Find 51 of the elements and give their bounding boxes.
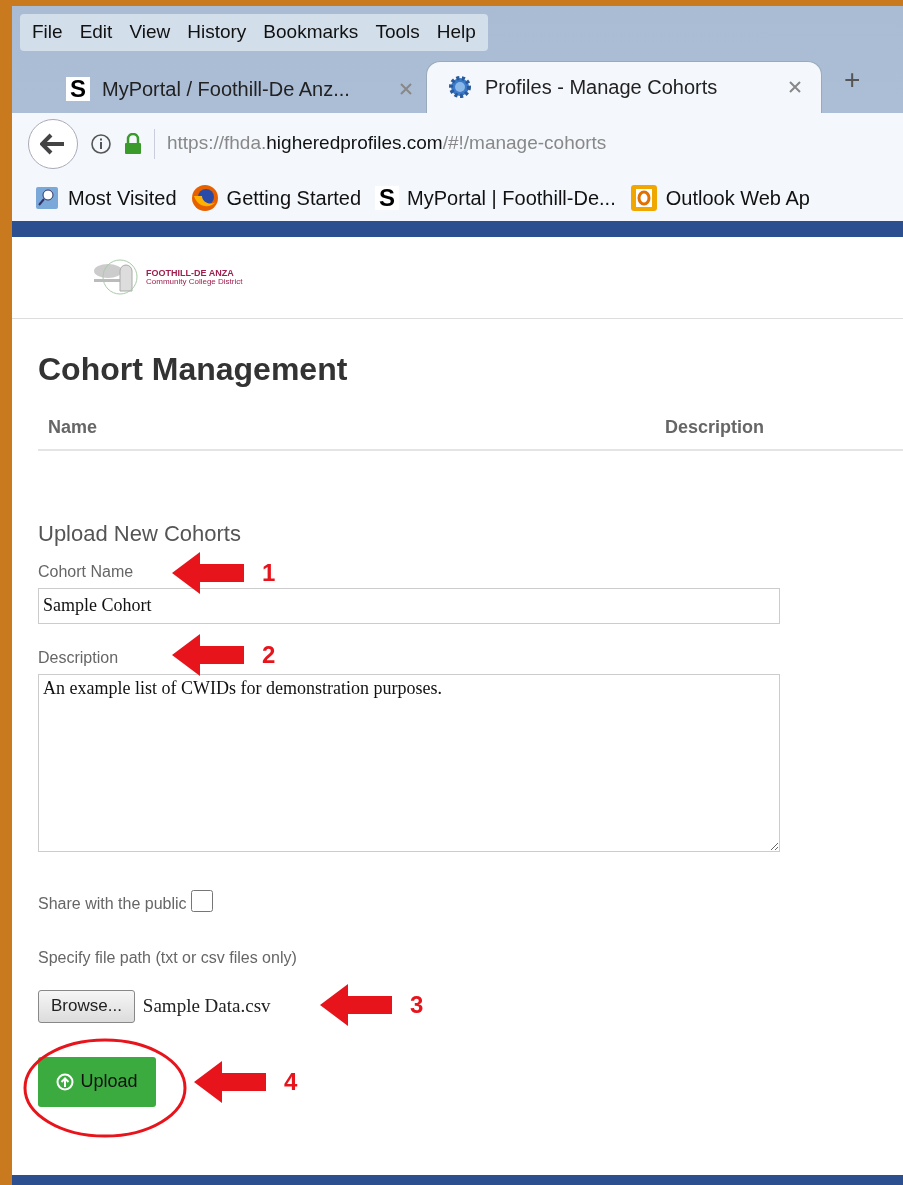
gear-icon bbox=[447, 74, 473, 100]
menu-item[interactable]: View bbox=[129, 18, 171, 47]
menu-item[interactable]: History bbox=[187, 18, 247, 47]
outlook-icon bbox=[629, 183, 658, 212]
bookmark-item[interactable]: Most Visited bbox=[34, 182, 177, 213]
menu-item[interactable]: Help bbox=[436, 18, 476, 47]
column-header: Description bbox=[665, 416, 765, 439]
annotation-number: 3 bbox=[410, 989, 424, 1020]
browser-tab[interactable]: Profiles - Manage Cohorts bbox=[426, 60, 822, 113]
page-title: Cohort Management bbox=[38, 349, 349, 389]
upload-icon bbox=[56, 1072, 75, 1091]
letter-logo-icon: S bbox=[66, 76, 90, 101]
field-label: Cohort Name bbox=[38, 561, 134, 582]
annotation-number: 1 bbox=[262, 557, 276, 588]
letter-logo-icon: S bbox=[375, 185, 400, 210]
logo-text: FOOTHILL-DE ANZA bbox=[146, 268, 235, 278]
menu-item[interactable]: Edit bbox=[79, 18, 113, 47]
annotation-number: 4 bbox=[284, 1066, 298, 1097]
arrow-annotation bbox=[172, 551, 244, 594]
share-checkbox[interactable] bbox=[190, 889, 213, 912]
address-field[interactable]: https://fhda.higheredprofiles.com/#!/manage-cohorts bbox=[167, 129, 607, 158]
annotation-number: 2 bbox=[262, 639, 276, 670]
form-heading: Upload New Cohorts bbox=[38, 519, 242, 548]
checkbox-label: Share with the public bbox=[38, 893, 187, 914]
menu-item[interactable]: File bbox=[32, 18, 63, 47]
menu-item[interactable]: Tools bbox=[375, 18, 420, 47]
logo-subtitle: Community College District bbox=[146, 277, 243, 286]
padlock-icon[interactable] bbox=[124, 132, 142, 155]
description-field[interactable]: An example list of CWIDs for demonstration purposes. bbox=[38, 673, 780, 852]
back-button[interactable] bbox=[28, 118, 78, 169]
close-icon[interactable] bbox=[789, 81, 801, 93]
bookmark-item[interactable]: S MyPortal | Foothill-De... bbox=[375, 182, 616, 213]
browser-tab[interactable]: S MyPortal / Foothill-De Anz... bbox=[52, 64, 426, 113]
field-label: Specify file path (txt or csv files only) bbox=[38, 947, 298, 968]
browser-logo-icon bbox=[190, 183, 219, 212]
arrow-annotation bbox=[194, 1060, 266, 1103]
upload-button[interactable]: Upload bbox=[38, 1056, 156, 1107]
arrow-annotation bbox=[172, 633, 244, 676]
file-name: Sample Data.csv bbox=[142, 993, 271, 1018]
bookmark-item[interactable]: Getting Started bbox=[190, 182, 362, 213]
back-arrow-icon bbox=[40, 132, 66, 155]
magnifier-page-icon bbox=[34, 184, 60, 211]
info-icon[interactable] bbox=[90, 132, 112, 155]
column-header: Name bbox=[47, 416, 99, 439]
bookmark-item[interactable]: Outlook Web Ap bbox=[629, 182, 810, 213]
browse-button[interactable]: Browse... bbox=[38, 989, 135, 1023]
new-tab-button[interactable]: + bbox=[844, 58, 861, 101]
field-label: Description bbox=[38, 647, 119, 668]
arrow-annotation bbox=[320, 983, 392, 1026]
cohort-name-field[interactable]: Sample Cohort bbox=[38, 587, 780, 624]
menu-item[interactable]: Bookmarks bbox=[263, 18, 359, 47]
